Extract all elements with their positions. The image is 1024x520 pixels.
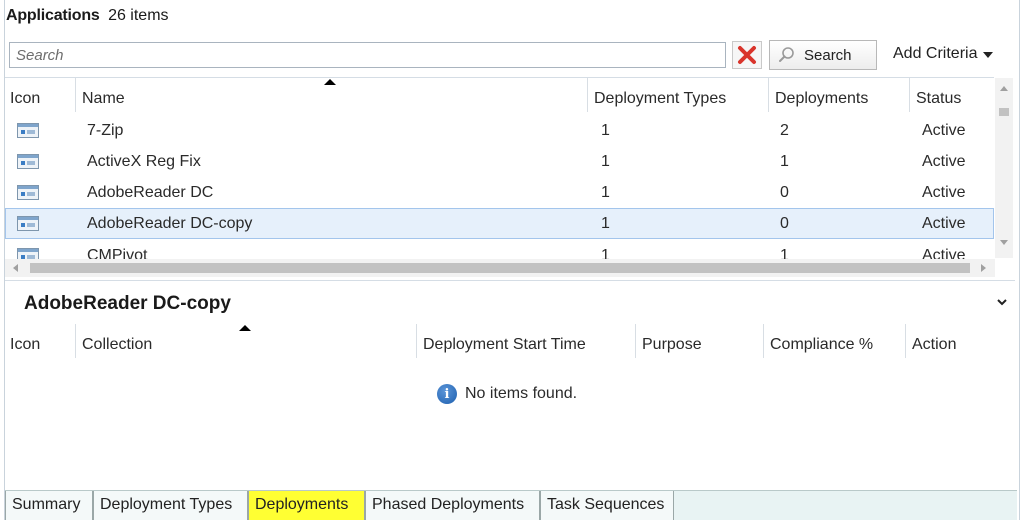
- column-header-label: Collection: [82, 336, 153, 353]
- tab-label: Deployments: [255, 496, 349, 513]
- column-header-deployment-types[interactable]: Deployment Types: [587, 78, 768, 112]
- column-header-status[interactable]: Status: [909, 78, 994, 112]
- column-header-label: Deployments: [775, 90, 869, 107]
- tab-deployment-types[interactable]: Deployment Types: [93, 491, 248, 520]
- tab-phased-deployments[interactable]: Phased Deployments: [365, 491, 540, 520]
- chevron-down-icon: [983, 52, 994, 58]
- deployments-value: 0: [780, 184, 789, 201]
- sort-ascending-icon: [239, 325, 251, 331]
- detail-pane-title: AdobeReader DC-copy: [24, 293, 231, 314]
- column-header-purpose[interactable]: Purpose: [635, 324, 763, 358]
- sort-ascending-icon: [324, 79, 336, 85]
- horizontal-scrollbar[interactable]: [5, 259, 995, 277]
- application-icon: [17, 185, 39, 200]
- scrollbar-thumb[interactable]: [999, 108, 1009, 116]
- empty-state-message: No items found.: [465, 385, 578, 402]
- page-header: Applications 26 items: [6, 7, 169, 29]
- deployment-types-value: 1: [601, 184, 610, 201]
- search-button-label: Search: [804, 46, 852, 64]
- deployments-value: 1: [780, 153, 789, 170]
- table-row-selected[interactable]: AdobeReader DC-copy 1 0 Active: [5, 208, 994, 239]
- chevron-down-icon[interactable]: [996, 297, 1008, 307]
- deployments-value: 2: [780, 122, 789, 139]
- deployments-value: 0: [780, 215, 789, 232]
- status-value: Active: [922, 153, 966, 170]
- empty-state: i No items found.: [437, 384, 577, 404]
- tab-deployments[interactable]: Deployments: [248, 491, 365, 520]
- deployments-grid: Icon Collection Deployment Start Time Pu…: [5, 324, 1017, 486]
- table-row[interactable]: CMPivot 1 1 Active: [5, 240, 994, 259]
- tab-label: Phased Deployments: [372, 496, 525, 513]
- deployment-types-value: 1: [601, 153, 610, 170]
- scrollbar-thumb[interactable]: [30, 263, 970, 273]
- column-header-deployments[interactable]: Deployments: [768, 78, 909, 112]
- column-header-label: Action: [912, 336, 957, 353]
- tab-task-sequences[interactable]: Task Sequences: [540, 491, 674, 520]
- status-value: Active: [922, 184, 966, 201]
- deployment-types-value: 1: [601, 247, 610, 259]
- column-header-compliance[interactable]: Compliance %: [763, 324, 905, 358]
- table-row[interactable]: ActiveX Reg Fix 1 1 Active: [5, 146, 994, 177]
- tab-label: Deployment Types: [100, 496, 233, 513]
- deployment-types-value: 1: [601, 215, 610, 232]
- table-row[interactable]: 7-Zip 1 2 Active: [5, 115, 994, 146]
- tab-summary[interactable]: Summary: [5, 491, 93, 520]
- search-icon: [779, 47, 794, 62]
- column-header-label: Deployment Start Time: [423, 336, 586, 353]
- app-name: CMPivot: [87, 247, 148, 259]
- column-header-label: Icon: [10, 90, 41, 107]
- page-title: Applications: [6, 7, 100, 24]
- info-icon: i: [437, 384, 457, 404]
- column-header-label: Purpose: [642, 336, 702, 353]
- column-header-collection[interactable]: Collection: [75, 324, 416, 358]
- tab-label: Task Sequences: [547, 496, 665, 513]
- clear-search-button[interactable]: [732, 41, 762, 69]
- add-criteria-button[interactable]: Add Criteria: [893, 45, 994, 63]
- column-header-label: Status: [916, 90, 962, 107]
- app-name: ActiveX Reg Fix: [87, 153, 201, 170]
- app-name: AdobeReader DC-copy: [87, 215, 253, 232]
- column-header-icon[interactable]: Icon: [5, 78, 75, 112]
- column-header-label: Icon: [10, 336, 41, 353]
- deployments-value: 1: [780, 247, 789, 259]
- scroll-down-icon[interactable]: [1000, 240, 1008, 245]
- grid-header: Icon Name Deployment Types Deployments S…: [5, 78, 994, 112]
- deployment-types-value: 1: [601, 122, 610, 139]
- item-count: 26 items: [108, 7, 169, 24]
- scroll-up-icon[interactable]: [1000, 86, 1008, 91]
- application-icon: [17, 154, 39, 169]
- applications-grid: Icon Name Deployment Types Deployments S…: [5, 77, 994, 259]
- table-row[interactable]: AdobeReader DC 1 0 Active: [5, 177, 994, 208]
- application-icon: [17, 248, 39, 259]
- column-header-deployment-start-time[interactable]: Deployment Start Time: [416, 324, 635, 358]
- status-value: Active: [922, 247, 966, 259]
- search-input[interactable]: [9, 42, 726, 68]
- app-name: 7-Zip: [87, 122, 124, 139]
- search-button[interactable]: Search: [769, 40, 877, 70]
- column-header-label: Deployment Types: [594, 90, 727, 107]
- column-header-name[interactable]: Name: [75, 78, 587, 112]
- column-header-label: Compliance %: [770, 336, 874, 353]
- column-header-icon[interactable]: Icon: [5, 324, 75, 358]
- add-criteria-label: Add Criteria: [893, 45, 978, 62]
- column-header-action[interactable]: Action: [905, 324, 1017, 358]
- pane-divider: [5, 280, 1015, 281]
- vertical-scrollbar[interactable]: [995, 78, 1013, 258]
- scroll-right-icon[interactable]: [981, 264, 986, 272]
- clear-icon: [738, 46, 756, 64]
- grid-header: Icon Collection Deployment Start Time Pu…: [5, 324, 1017, 358]
- app-name: AdobeReader DC: [87, 184, 214, 201]
- scroll-left-icon[interactable]: [13, 264, 18, 272]
- column-header-label: Name: [82, 90, 125, 107]
- application-icon: [17, 123, 39, 138]
- application-icon: [17, 216, 39, 231]
- status-value: Active: [922, 122, 966, 139]
- tab-label: Summary: [12, 496, 81, 513]
- status-value: Active: [922, 215, 966, 232]
- tab-bar: Summary Deployment Types Deployments Pha…: [5, 490, 1017, 520]
